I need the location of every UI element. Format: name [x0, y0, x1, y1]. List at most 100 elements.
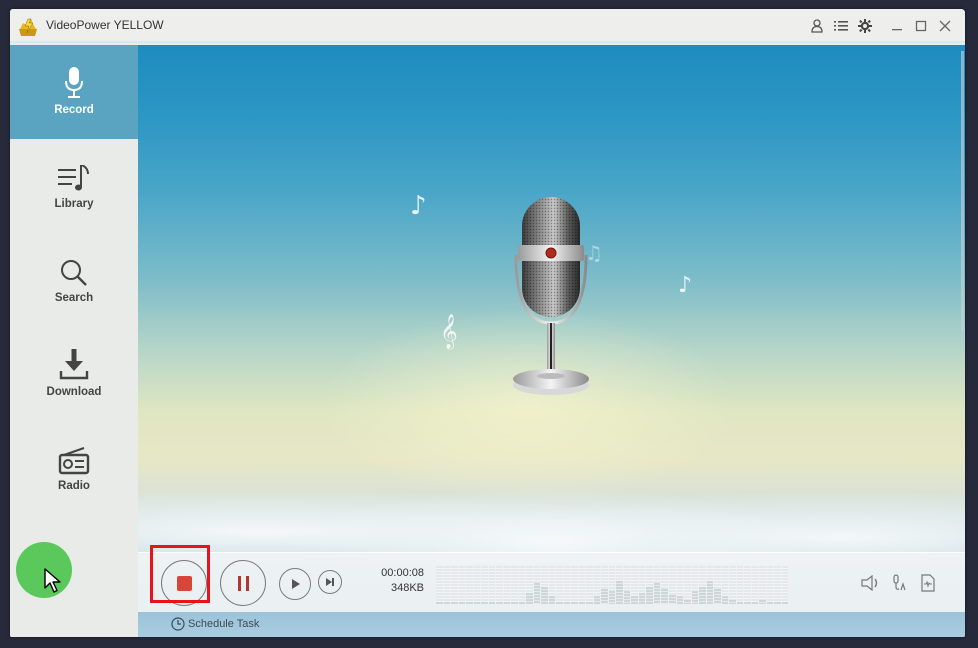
radio-icon — [58, 447, 90, 475]
audio-spectrum — [436, 566, 789, 604]
spectrum-bar — [541, 566, 548, 604]
play-button[interactable] — [279, 568, 311, 600]
spectrum-level — [714, 588, 721, 604]
sidebar-item-record[interactable]: Record — [10, 45, 138, 139]
maximize-button[interactable] — [909, 17, 933, 35]
spectrum-level — [766, 602, 774, 604]
spectrum-bar — [729, 566, 736, 604]
close-button[interactable] — [933, 17, 957, 35]
spectrum-level — [736, 602, 744, 604]
spectrum-level — [631, 596, 638, 604]
minimize-icon — [892, 29, 902, 31]
spectrum-bar — [691, 566, 699, 604]
spectrum-bar — [699, 566, 706, 604]
spectrum-bar — [511, 566, 518, 604]
spectrum-bar — [638, 566, 646, 604]
title-bar: VideoPower YELLOW — [10, 9, 965, 43]
spectrum-level — [436, 602, 443, 604]
spectrum-level — [684, 600, 691, 604]
skip-next-icon — [326, 578, 334, 586]
spectrum-bar — [578, 566, 586, 604]
spectrum-bar — [608, 566, 616, 604]
mouse-cursor-icon — [44, 568, 61, 593]
spectrum-bar — [751, 566, 759, 604]
spectrum-level — [518, 602, 526, 604]
screen: VideoPower YELLOW Record Library Search … — [0, 0, 978, 648]
spectrum-bar — [503, 566, 511, 604]
spectrum-level — [571, 602, 578, 604]
spectrum-level — [759, 600, 766, 604]
spectrum-bar — [443, 566, 451, 604]
user-button[interactable] — [805, 17, 829, 35]
app-title: VideoPower YELLOW — [46, 18, 164, 32]
spectrum-bar — [526, 566, 533, 604]
sidebar-item-label: Search — [54, 292, 94, 304]
music-note-icon: ♪ — [678, 273, 693, 298]
schedule-task-label: Schedule Task — [188, 618, 260, 630]
sidebar-item-download[interactable]: Download — [10, 327, 138, 421]
footer-bar: Schedule Task — [138, 612, 965, 637]
spectrum-level — [593, 596, 601, 604]
sidebar-item-library[interactable]: Library — [10, 139, 138, 233]
stop-button[interactable] — [161, 560, 207, 606]
spectrum-bar — [744, 566, 751, 604]
speaker-icon — [861, 575, 878, 591]
close-icon — [939, 20, 951, 32]
schedule-task-button[interactable]: Schedule Task — [171, 617, 259, 631]
sidebar-item-label: Record — [54, 104, 94, 116]
spectrum-level — [503, 602, 511, 604]
spectrum-level — [541, 586, 548, 604]
spectrum-bar — [714, 566, 721, 604]
next-button[interactable] — [318, 570, 342, 594]
spectrum-bar — [736, 566, 744, 604]
list-menu-icon — [834, 21, 848, 31]
spectrum-level — [638, 592, 646, 604]
microphone-icon — [65, 67, 83, 98]
clock-icon — [171, 617, 185, 631]
recording-control-bar: 00:00:08 348KB — [138, 552, 965, 612]
output-format-button[interactable] — [918, 573, 938, 593]
sidebar-item-label: Download — [46, 386, 102, 398]
mic-input-icon — [893, 574, 906, 591]
spectrum-level — [556, 602, 563, 604]
spectrum-level — [511, 602, 518, 604]
pause-button[interactable] — [220, 560, 266, 606]
spectrum-level — [623, 590, 631, 604]
spectrum-level — [774, 602, 781, 604]
spectrum-bar — [548, 566, 556, 604]
sidebar-item-search[interactable]: Search — [10, 233, 138, 327]
spectrum-level — [744, 602, 751, 604]
spectrum-bar — [661, 566, 668, 604]
spectrum-bar — [623, 566, 631, 604]
spectrum-level — [608, 590, 616, 604]
spectrum-level — [668, 594, 676, 604]
menu-list-button[interactable] — [829, 17, 853, 35]
spectrum-bar — [646, 566, 653, 604]
spectrum-bar — [631, 566, 638, 604]
spectrum-level — [586, 602, 593, 604]
audio-source-button[interactable] — [890, 573, 910, 593]
app-logo-icon — [19, 18, 37, 36]
spectrum-level — [578, 602, 586, 604]
spectrum-level — [466, 602, 473, 604]
settings-button[interactable] — [853, 17, 877, 35]
spectrum-level — [451, 602, 458, 604]
audio-file-icon — [921, 574, 935, 592]
spectrum-bar — [586, 566, 593, 604]
app-window: VideoPower YELLOW Record Library Search … — [10, 9, 965, 637]
recording-status: 00:00:08 348KB — [374, 566, 424, 596]
minimize-button[interactable] — [885, 17, 909, 35]
spectrum-bar — [533, 566, 541, 604]
record-panel: ♪ ♪ 𝄞 ♫ 00:00:08 348KB Schedule Task — [138, 45, 965, 637]
scrollbar[interactable] — [961, 51, 964, 331]
sidebar-item-label: Radio — [58, 480, 90, 492]
volume-button[interactable] — [861, 573, 881, 593]
spectrum-bar — [571, 566, 578, 604]
spectrum-bar — [488, 566, 496, 604]
sidebar-item-radio[interactable]: Radio — [10, 421, 138, 515]
spectrum-level — [458, 602, 466, 604]
spectrum-level — [699, 586, 706, 604]
download-icon — [59, 349, 89, 380]
search-icon — [61, 260, 87, 286]
spectrum-level — [548, 596, 556, 604]
